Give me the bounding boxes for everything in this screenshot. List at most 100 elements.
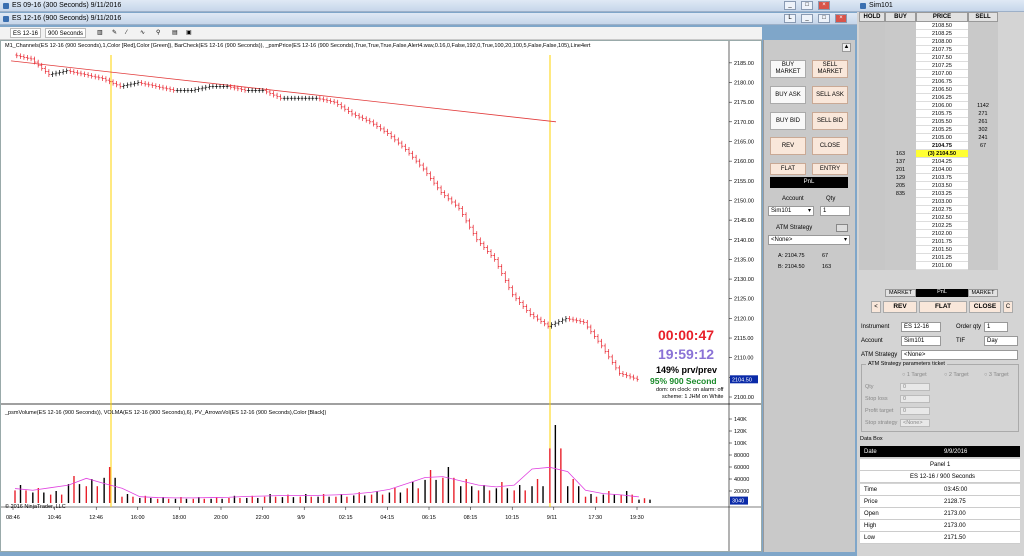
front-window-titlebar[interactable]: ES 12-16 (900 Seconds) 9/11/2016 L _ □ × [0, 13, 857, 25]
ladder-sell-cell[interactable] [968, 222, 998, 230]
dom-left-arrow-button[interactable]: < [871, 301, 881, 313]
ladder-buy-cell[interactable] [885, 22, 916, 30]
ladder-buy-cell[interactable]: 835 [885, 190, 916, 198]
atm-qty-input[interactable]: 0 [900, 383, 930, 391]
atm-strategy-select[interactable]: <None> ▾ [768, 235, 850, 245]
properties-icon[interactable]: ▤ [170, 28, 180, 38]
ladder-buy-cell[interactable] [885, 142, 916, 150]
ladder-buy-cell[interactable] [885, 198, 916, 206]
ladder-buy-cell[interactable] [885, 78, 916, 86]
stop-loss-input[interactable]: 0 [900, 395, 930, 403]
ladder-row[interactable]: 2107.25 [857, 62, 1024, 70]
ladder-row[interactable]: 2105.75 271 [857, 110, 1024, 118]
sell-market-button[interactable]: SELL MARKET [812, 60, 848, 78]
ladder-sell-cell[interactable] [968, 206, 998, 214]
dom-footer-market-sell[interactable]: MARKET [968, 289, 998, 297]
ladder-sell-cell[interactable] [968, 30, 998, 38]
ladder-hold-cell[interactable] [859, 150, 885, 158]
back-window-titlebar[interactable]: ES 09-16 (300 Seconds) 9/11/2016 _ □ × [0, 0, 857, 12]
ladder-buy-cell[interactable] [885, 134, 916, 142]
line-tool-icon[interactable]: ⁄ [124, 28, 129, 38]
ladder-sell-cell[interactable] [968, 262, 998, 270]
ladder-hold-cell[interactable] [859, 126, 885, 134]
ladder-row[interactable]: 2106.25 [857, 94, 1024, 102]
ladder-sell-cell[interactable] [968, 198, 998, 206]
ladder-buy-cell[interactable]: 201 [885, 166, 916, 174]
ladder-sell-cell[interactable] [968, 246, 998, 254]
ladder-row[interactable]: 137 2104.25 [857, 158, 1024, 166]
ladder-sell-cell[interactable]: 271 [968, 110, 998, 118]
ladder-hold-cell[interactable] [859, 166, 885, 174]
ladder-buy-cell[interactable]: 137 [885, 158, 916, 166]
dom-rev-button[interactable]: REV [883, 301, 917, 313]
sell-bid-button[interactable]: SELL BID [812, 112, 848, 130]
ladder-buy-cell[interactable] [885, 70, 916, 78]
ladder-buy-cell[interactable] [885, 230, 916, 238]
ladder-sell-cell[interactable] [968, 158, 998, 166]
ladder-sell-cell[interactable] [968, 94, 998, 102]
zoom-icon[interactable]: ⚲ [154, 28, 162, 38]
ladder-sell-cell[interactable] [968, 182, 998, 190]
ladder-buy-cell[interactable] [885, 110, 916, 118]
ladder-hold-cell[interactable] [859, 86, 885, 94]
ladder-buy-cell[interactable] [885, 206, 916, 214]
price-ladder[interactable]: 2108.50 2108.25 2108.00 2107.75 2107.50 2107.… [857, 22, 1024, 270]
ladder-hold-cell[interactable] [859, 94, 885, 102]
ladder-row[interactable]: 2101.50 [857, 246, 1024, 254]
ladder-buy-cell[interactable] [885, 262, 916, 270]
maximize-button[interactable]: □ [818, 14, 830, 23]
ladder-row[interactable]: 2104.75 67 [857, 142, 1024, 150]
ladder-row[interactable]: 2107.50 [857, 54, 1024, 62]
interval-selector[interactable]: 900 Seconds [45, 28, 87, 38]
close-button[interactable]: × [818, 1, 830, 10]
target-radio-1[interactable]: ○ 1 Target [902, 372, 927, 378]
ladder-sell-cell[interactable] [968, 62, 998, 70]
ladder-hold-cell[interactable] [859, 118, 885, 126]
ladder-hold-cell[interactable] [859, 78, 885, 86]
dom-footer-market-buy[interactable]: MARKET [885, 289, 916, 297]
ladder-hold-cell[interactable] [859, 230, 885, 238]
dom-instrument-select[interactable]: ES 12-16 [901, 322, 941, 332]
minimize-button[interactable]: _ [784, 1, 796, 10]
ladder-buy-cell[interactable] [885, 62, 916, 70]
ladder-row[interactable]: 2108.00 [857, 38, 1024, 46]
ladder-row[interactable]: 2108.50 [857, 22, 1024, 30]
buy-bid-button[interactable]: BUY BID [770, 112, 806, 130]
ladder-hold-cell[interactable] [859, 190, 885, 198]
ladder-sell-cell[interactable] [968, 70, 998, 78]
ladder-sell-cell[interactable] [968, 230, 998, 238]
ladder-row[interactable]: 2106.75 [857, 78, 1024, 86]
ladder-sell-cell[interactable] [968, 166, 998, 174]
dom-c-button[interactable]: C [1003, 301, 1013, 313]
ladder-sell-cell[interactable] [968, 254, 998, 262]
ladder-sell-cell[interactable] [968, 46, 998, 54]
ladder-row[interactable]: 2103.00 [857, 198, 1024, 206]
ladder-row[interactable]: 2105.00 241 [857, 134, 1024, 142]
dom-flat-button[interactable]: FLAT [919, 301, 967, 313]
ladder-hold-cell[interactable] [859, 46, 885, 54]
ladder-buy-cell[interactable] [885, 30, 916, 38]
ladder-hold-cell[interactable] [859, 262, 885, 270]
ladder-hold-cell[interactable] [859, 158, 885, 166]
ladder-sell-cell[interactable]: 1142 [968, 102, 998, 110]
dom-tif-select[interactable]: Day [984, 336, 1018, 346]
ladder-sell-cell[interactable] [968, 86, 998, 94]
instrument-selector[interactable]: ES 12-16 [10, 28, 42, 38]
target-radio-2[interactable]: ○ 2 Target [944, 372, 969, 378]
ladder-hold-cell[interactable] [859, 238, 885, 246]
ladder-hold-cell[interactable] [859, 110, 885, 118]
chart-canvas[interactable]: 2185.00 2180.00 2175.00 2170.00 2165.00 2160.… [1, 41, 761, 551]
reverse-button[interactable]: REV [770, 137, 806, 155]
ladder-buy-cell[interactable] [885, 94, 916, 102]
ladder-row[interactable]: 201 2104.00 [857, 166, 1024, 174]
ladder-buy-cell[interactable] [885, 126, 916, 134]
flat-button[interactable]: FLAT [770, 163, 806, 175]
ladder-row[interactable]: 2106.50 [857, 86, 1024, 94]
ladder-hold-cell[interactable] [859, 182, 885, 190]
ladder-sell-cell[interactable]: 67 [968, 142, 998, 150]
ladder-hold-cell[interactable] [859, 142, 885, 150]
ladder-row[interactable]: 2101.25 [857, 254, 1024, 262]
close-position-button[interactable]: CLOSE [812, 137, 848, 155]
ladder-sell-cell[interactable] [968, 54, 998, 62]
ladder-hold-cell[interactable] [859, 198, 885, 206]
